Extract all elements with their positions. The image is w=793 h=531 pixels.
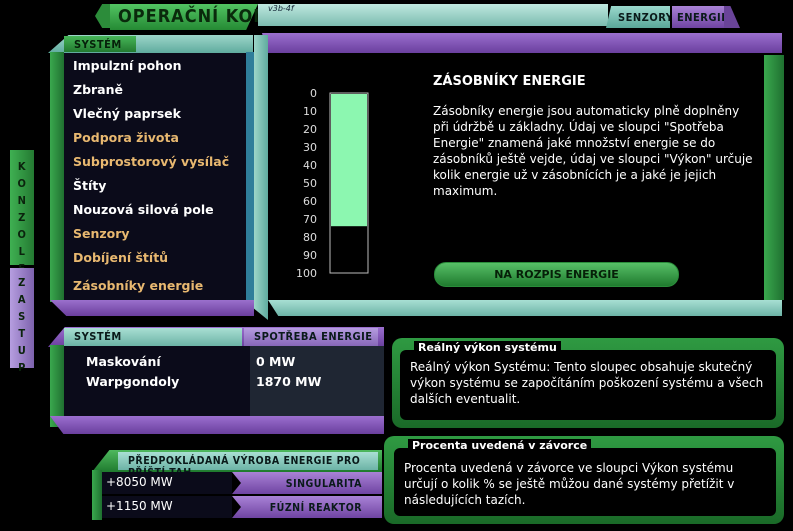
tab-sensors[interactable]: SENZORY [606, 6, 670, 28]
energy-breakdown-button[interactable]: NA ROZPIS ENERGIE [434, 262, 679, 287]
consumption-col1-header: SYSTÉM [74, 330, 122, 343]
system-item-emergency-force-fields[interactable]: Nouzová silová pole [73, 202, 214, 217]
system-item-tractor-beam[interactable]: Vlečný paprsek [73, 106, 181, 121]
main-panel-left-frame [254, 35, 268, 320]
system-item-weapons[interactable]: Zbraně [73, 82, 123, 97]
top-strip [258, 4, 608, 26]
consumption-col2-header: SPOTŘEBA ENERGIE [254, 330, 373, 343]
system-panel-left-frame [50, 52, 64, 302]
energy-breakdown-button-label: NA ROZPIS ENERGIE [494, 268, 619, 281]
consumption-system-cloak: Maskování [86, 354, 161, 369]
consumption-col1-header-bg: SYSTÉM [64, 328, 242, 346]
konzole-label: KONZOLE [10, 158, 34, 277]
chart-bar [331, 94, 367, 227]
tab-konzole[interactable]: KONZOLE [10, 150, 34, 275]
konzole-text: KONZOLE [17, 160, 27, 275]
consumption-value-cloak: 0 MW [256, 354, 296, 369]
y-tick-label: 50 [303, 177, 317, 190]
projection-label-fusion: FÚZNÍ REAKTOR [269, 502, 362, 514]
section-description: Zásobníky energie jsou automaticky plně … [433, 104, 753, 198]
y-tick-label: 60 [303, 195, 317, 208]
system-panel-right-frame [246, 52, 254, 302]
consumption-bottom-frame [50, 416, 384, 434]
tab-energy[interactable]: ENERGIE [672, 6, 728, 28]
info-box-text: Reálný výkon Systému: Tento sloupec obsa… [410, 360, 764, 406]
projection-left-frame [92, 470, 102, 520]
projection-label-bg: FÚZNÍ REAKTOR [232, 496, 382, 518]
info-box-title: Procenta uvedená v závorce [408, 439, 592, 452]
zastup-text: ZASTUP [17, 276, 27, 374]
energy-level-chart: 0 10 20 30 40 50 60 70 80 90 100 [296, 87, 369, 280]
y-tick-label: 80 [303, 231, 317, 244]
tab-zastup[interactable]: ZASTUP [10, 268, 34, 374]
zastup-label: ZASTUP [10, 274, 34, 376]
system-header: SYSTÉM [74, 38, 122, 51]
projection-row: +1150 MW [102, 496, 232, 518]
info-box-text: Procenta uvedená v závorce ve sloupci Vý… [404, 461, 735, 507]
projection-label-bg: SINGULARITA [232, 472, 382, 494]
tab-sensors-label: SENZORY [618, 11, 674, 24]
consumption-system-warp: Warpgondoly [86, 374, 180, 389]
y-tick-label: 20 [303, 123, 317, 136]
main-panel-top-frame [262, 33, 782, 53]
y-tick-label: 70 [303, 213, 317, 226]
system-item-impulse-drive[interactable]: Impulzní pohon [73, 58, 182, 73]
consumption-col2-header-bg: SPOTŘEBA ENERGIE [244, 328, 378, 346]
projection-value-singularity: +8050 MW [106, 475, 173, 489]
y-tick-label: 100 [296, 267, 317, 280]
consumption-value-column: 0 MW 1870 MW [250, 346, 384, 416]
y-tick-label: 10 [303, 105, 317, 118]
main-panel-right-frame [764, 55, 784, 300]
system-item-sensors[interactable]: Senzory [73, 226, 130, 241]
system-item-energy-storage[interactable]: Zásobníky energie [73, 278, 203, 293]
version-label: v3b-4f [268, 4, 294, 13]
section-title: ZÁSOBNÍKY ENERGIE [433, 74, 586, 89]
consumption-left-frame [50, 345, 64, 427]
tab-energy-label: ENERGIE [677, 11, 729, 24]
y-tick-label: 90 [303, 249, 317, 262]
system-item-life-support[interactable]: Podpora života [73, 130, 179, 145]
y-tick-label: 40 [303, 159, 317, 172]
projection-label-singularity: SINGULARITA [285, 478, 362, 490]
consumption-system-column: Maskování Warpgondoly [64, 346, 250, 416]
system-item-shields[interactable]: Štíty [73, 178, 106, 193]
info-box-title: Reálný výkon systému [414, 341, 561, 354]
y-tick-label: 0 [310, 87, 317, 100]
system-panel-bottom-frame [50, 300, 254, 316]
projection-value-fusion: +1150 MW [106, 499, 173, 513]
consumption-value-warp: 1870 MW [256, 374, 322, 389]
projection-header-bg: PŘEDPOKLÁDANÁ VÝROBA ENERGIE PRO PŘÍŠTÍ … [118, 452, 378, 479]
system-item-shield-recharge[interactable]: Dobíjení štítů [73, 250, 168, 265]
projection-row: +8050 MW [102, 472, 232, 494]
system-item-subspace-transmitter[interactable]: Subprostorový vysílač [73, 154, 229, 169]
tab-end-cap [724, 6, 740, 28]
main-panel-bottom-frame [268, 300, 782, 316]
y-tick-label: 30 [303, 141, 317, 154]
system-list: Impulzní pohon Zbraně Vlečný paprsek Pod… [64, 53, 246, 300]
